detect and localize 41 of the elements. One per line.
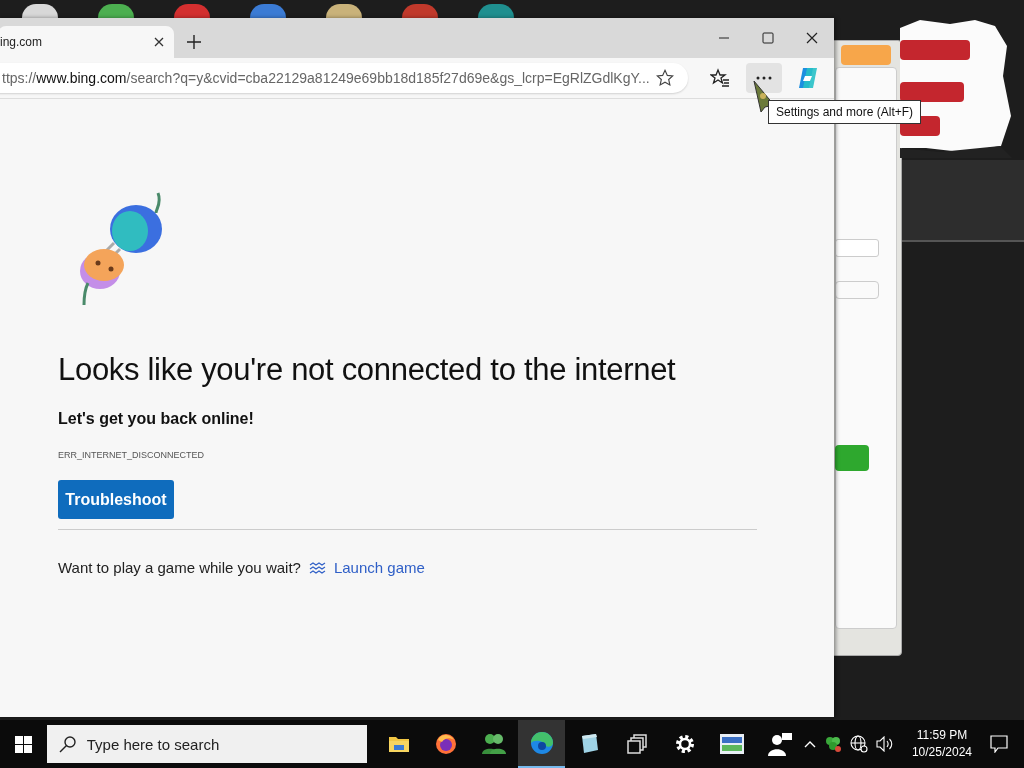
taskbar-search-field[interactable]: Type here to search [46,725,367,763]
error-code: ERR_INTERNET_DISCONNECTED [58,450,205,460]
troubleshoot-button[interactable]: Troubleshoot [58,480,174,519]
clock-time[interactable]: 11:59 PM [916,727,968,744]
windows-logo-icon [14,735,32,753]
page-subheading: Let's get you back online! [58,410,254,428]
copilot-icon [796,66,820,90]
speaker-icon[interactable] [875,736,894,752]
taskbar-app-button[interactable] [517,720,566,768]
close-icon[interactable] [806,32,818,44]
tooltip: Settings and more (Alt+F) [768,100,922,124]
close-icon[interactable] [154,37,164,47]
user-icon [767,732,794,756]
notification-icon[interactable] [990,735,1008,753]
settings-button[interactable] [746,63,782,93]
chevron-up-icon[interactable] [803,740,816,748]
clover-icon[interactable] [823,735,842,753]
game-prompt: Want to play a game while you wait? [58,559,301,576]
waves-icon [308,560,326,575]
desktop-icon[interactable] [326,4,362,18]
globe-icon[interactable] [849,735,868,753]
people-icon [480,732,507,756]
windows-icon [626,733,648,755]
firefox-icon [434,732,459,756]
folder-icon [387,735,410,753]
desktop-icon[interactable] [98,4,134,18]
input-field[interactable] [835,281,879,299]
page-heading: Looks like you're not connected to the internet [58,352,676,388]
desktop-icon[interactable] [22,4,58,18]
star-icon[interactable] [656,69,674,87]
settings-icon [673,733,696,755]
maximize-icon[interactable] [762,32,774,44]
browser-tab[interactable]: ing.com [0,26,174,58]
launch-game-link[interactable]: Launch game [333,559,425,576]
dropdown[interactable] [835,239,879,257]
edge-icon [528,730,555,756]
more-icon [754,75,774,81]
address-bar[interactable]: ttps://www.bing.com/search?q=y&cvid=cba22129a81249e69bb18d185f27d69e&gs_lcrp=EgRlZGdlKgY... [0,63,688,93]
clock-date[interactable]: 10/25/2024 [911,744,972,761]
display-icon [719,733,746,755]
favorites-icon [710,68,730,88]
